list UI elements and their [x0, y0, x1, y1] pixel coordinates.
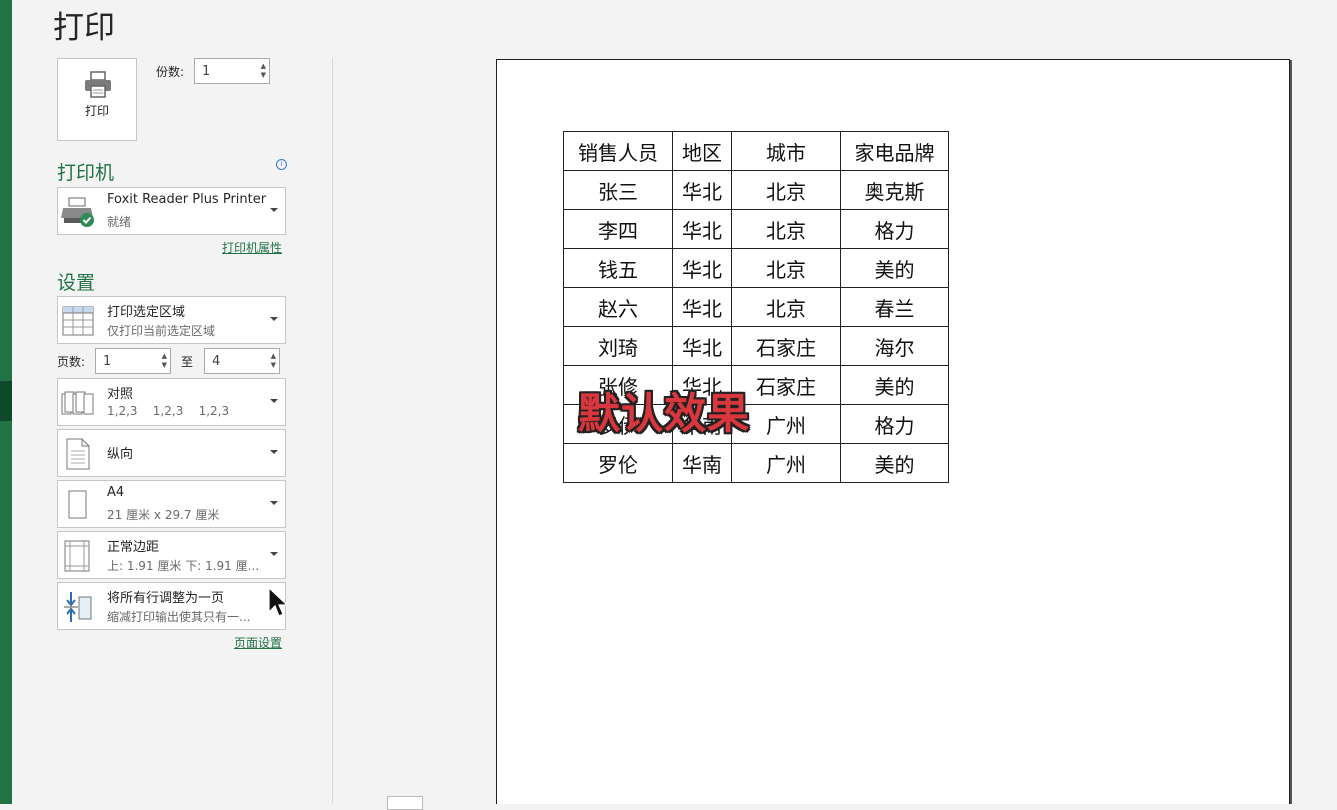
app-side-strip	[0, 0, 12, 804]
scaling-dropdown[interactable]: 将所有行调整为一页 缩减打印输出使其只有一...	[57, 582, 286, 630]
copies-input[interactable]: 1 ▲ ▼	[194, 58, 270, 84]
spinner-arrows-icon[interactable]: ▲ ▼	[162, 352, 167, 370]
table-cell: 刘琦	[563, 326, 673, 366]
copies-label: 份数:	[156, 65, 185, 79]
chevron-down-icon	[270, 501, 278, 505]
table-cell: 奥克斯	[840, 170, 949, 210]
scaling-subtitle: 缩减打印输出使其只有一...	[107, 610, 251, 624]
settings-section-title: 设置	[57, 272, 96, 294]
paper-size-title: A4	[107, 485, 125, 500]
table-cell: 华北	[672, 170, 732, 210]
chevron-down-icon	[270, 450, 278, 454]
chevron-down-icon	[270, 317, 278, 321]
table-cell: 春兰	[840, 287, 949, 327]
table-cell: 海尔	[840, 326, 949, 366]
print-scope-subtitle: 仅打印当前选定区域	[107, 324, 216, 338]
pages-from-input[interactable]: 1 ▲ ▼	[95, 348, 171, 374]
printer-status: 就绪	[107, 215, 132, 229]
table-cell: 华北	[672, 209, 732, 249]
collate-title: 对照	[107, 387, 134, 402]
print-button-label: 打印	[84, 104, 109, 118]
paper-size-subtitle: 21 厘米 x 29.7 厘米	[107, 508, 220, 522]
info-icon[interactable]: i	[276, 159, 287, 170]
printer-properties-link[interactable]: 打印机属性	[222, 239, 282, 256]
table-cell: 美的	[840, 248, 949, 288]
margins-dropdown[interactable]: 正常边距 上: 1.91 厘米 下: 1.91 厘...	[57, 531, 286, 579]
table-cell: 美的	[840, 443, 949, 483]
margins-subtitle: 上: 1.91 厘米 下: 1.91 厘...	[107, 559, 260, 573]
table-cell: 华北	[672, 248, 732, 288]
scaling-title: 将所有行调整为一页	[107, 591, 225, 606]
table-header-cell: 家电品牌	[840, 131, 949, 171]
paper-size-dropdown[interactable]: A4 21 厘米 x 29.7 厘米	[57, 480, 286, 528]
table-cell: 广州	[731, 443, 841, 483]
collate-dropdown[interactable]: 对照 1,2,3 1,2,3 1,2,3	[57, 378, 286, 426]
table-cell: 张三	[563, 170, 673, 210]
table-cell: 罗伦	[563, 443, 673, 483]
table-cell: 北京	[731, 287, 841, 327]
table-row: 赵六 华北 北京 春兰	[563, 287, 949, 327]
printer-dropdown[interactable]: Foxit Reader Plus Printer 就绪	[57, 187, 286, 235]
table-cell: 石家庄	[731, 326, 841, 366]
copies-value: 1	[202, 64, 211, 79]
mouse-cursor-icon	[268, 587, 288, 617]
table-cell: 美的	[840, 365, 949, 405]
chevron-down-icon	[270, 552, 278, 556]
pages-to-label: 至	[181, 355, 194, 369]
paper-size-icon	[68, 490, 87, 519]
portrait-page-icon	[66, 438, 90, 470]
selected-nav-marker	[0, 381, 12, 421]
table-cell: 格力	[840, 209, 949, 249]
table-header-cell: 地区	[672, 131, 732, 171]
overlay-caption: 默认效果	[578, 389, 751, 438]
printer-section-title: 打印机	[57, 162, 115, 184]
table-cell: 格力	[840, 404, 949, 444]
printer-icon	[85, 71, 111, 98]
printer-name: Foxit Reader Plus Printer	[107, 192, 267, 207]
margins-title: 正常边距	[107, 540, 160, 555]
table-header-cell: 销售人员	[563, 131, 673, 171]
table-row: 刘琦 华北 石家庄 海尔	[563, 326, 949, 366]
print-button[interactable]: 打印	[57, 58, 137, 141]
printer-ready-icon	[61, 197, 94, 227]
table-cell: 北京	[731, 248, 841, 288]
table-cell: 北京	[731, 170, 841, 210]
table-row: 罗伦 华南 广州 美的	[563, 443, 949, 483]
page-edge-shadow	[1290, 60, 1292, 804]
page-title: 打印	[53, 10, 115, 46]
table-header-cell: 城市	[731, 131, 841, 171]
pages-to-value: 4	[212, 354, 221, 369]
margins-icon	[64, 540, 90, 572]
table-row: 李四 华北 北京 格力	[563, 209, 949, 249]
table-cell: 华南	[672, 443, 732, 483]
panel-divider	[332, 58, 333, 804]
table-cell: 钱五	[563, 248, 673, 288]
table-header-row: 销售人员 地区 城市 家电品牌	[563, 131, 949, 171]
table-row: 张三 华北 北京 奥克斯	[563, 170, 949, 210]
table-cell: 北京	[731, 209, 841, 249]
pages-from-value: 1	[103, 354, 112, 369]
print-scope-title: 打印选定区域	[107, 305, 186, 320]
pages-label: 页数:	[57, 355, 86, 369]
table-cell: 华北	[672, 287, 732, 327]
collate-pages-icon	[61, 391, 94, 415]
collate-subtitle: 1,2,3 1,2,3 1,2,3	[107, 404, 230, 418]
table-cell: 华北	[672, 326, 732, 366]
pages-to-input[interactable]: 4 ▲ ▼	[204, 348, 280, 374]
print-scope-dropdown[interactable]: 打印选定区域 仅打印当前选定区域	[57, 296, 286, 344]
fit-rows-icon	[64, 592, 92, 622]
orientation-title: 纵向	[107, 447, 134, 462]
table-row: 钱五 华北 北京 美的	[563, 248, 949, 288]
table-cell: 赵六	[563, 287, 673, 327]
chevron-down-icon	[270, 399, 278, 403]
orientation-dropdown[interactable]: 纵向	[57, 429, 286, 477]
table-cell: 李四	[563, 209, 673, 249]
spinner-arrows-icon[interactable]: ▲ ▼	[261, 62, 266, 80]
chevron-down-icon	[270, 208, 278, 212]
page-number-input[interactable]	[387, 796, 423, 810]
page-setup-link[interactable]: 页面设置	[234, 634, 282, 651]
spinner-arrows-icon[interactable]: ▲ ▼	[271, 352, 276, 370]
grid-selection-icon	[62, 306, 94, 336]
